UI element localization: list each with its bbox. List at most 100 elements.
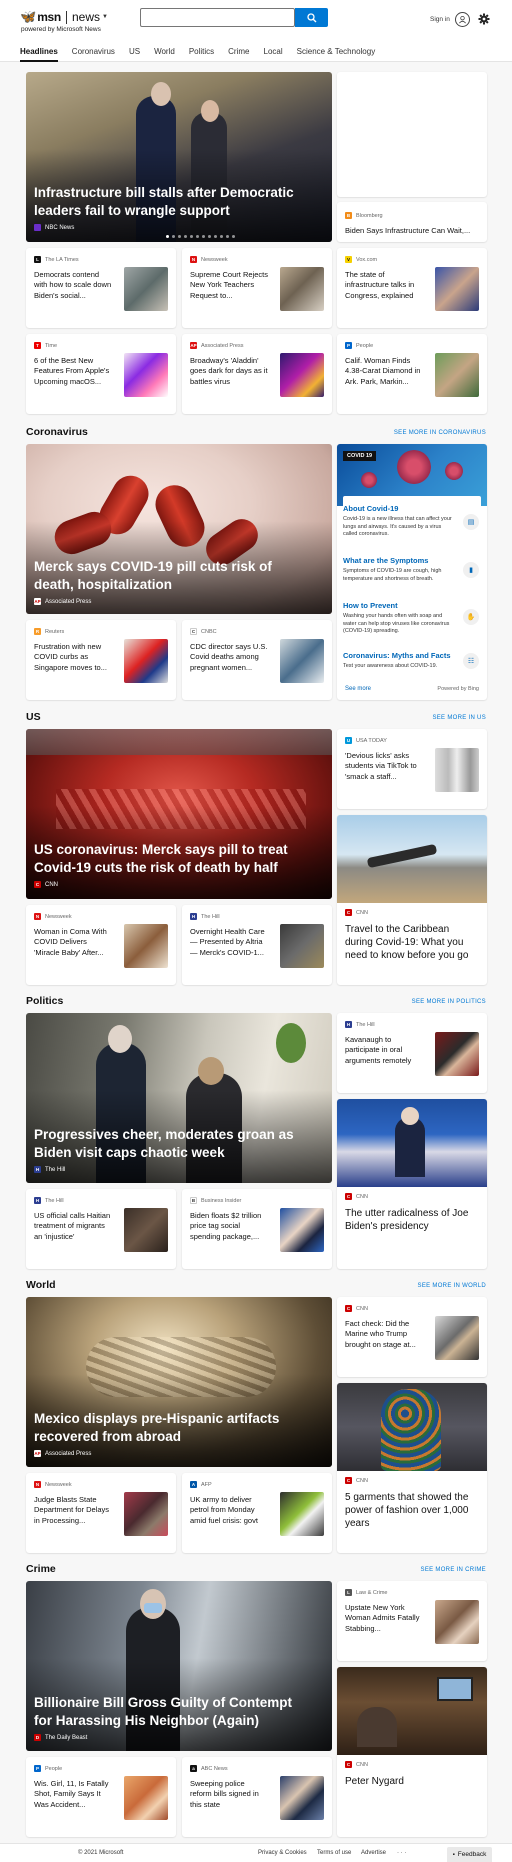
carousel-dot[interactable] (226, 235, 229, 238)
hero-title[interactable]: Billionaire Bill Gross Guilty of Contemp… (34, 1694, 308, 1729)
news-card[interactable]: AP Associated Press Broadway's 'Aladdin' … (182, 334, 332, 414)
card-title[interactable]: Sweeping police reform bills signed in t… (190, 1779, 268, 1810)
nav-us[interactable]: US (129, 47, 140, 60)
covid-item-symptoms[interactable]: What are the Symptoms Symptoms of COVID-… (343, 556, 481, 583)
privacy-link[interactable]: Privacy & Cookies (258, 1850, 307, 1856)
news-card[interactable]: N Newsweek Supreme Court Rejects New York… (182, 248, 332, 328)
us-hero-card[interactable]: US coronavirus: Merck says pill to treat… (26, 729, 332, 899)
news-card[interactable]: U USA TODAY 'Devious licks' asks students… (337, 729, 487, 809)
section-title-coronavirus[interactable]: Coronavirus (26, 426, 88, 438)
more-options-icon[interactable]: · · · (397, 1850, 406, 1856)
msn-logo[interactable]: 🦋 msn news ▼ (20, 9, 108, 25)
search-input[interactable] (141, 9, 294, 26)
card-title[interactable]: Overnight Health Care — Presented by Alt… (190, 927, 268, 958)
nav-science-technology[interactable]: Science & Technology (297, 47, 376, 60)
carousel-dot[interactable] (172, 235, 175, 238)
nav-politics[interactable]: Politics (189, 47, 214, 60)
see-more-us[interactable]: SEE MORE IN US (432, 715, 486, 721)
section-title-us[interactable]: US (26, 711, 41, 723)
hero-title[interactable]: Infrastructure bill stalls after Democra… (34, 184, 308, 219)
nav-local[interactable]: Local (264, 47, 283, 60)
news-card[interactable]: B Business Insider Biden floats $2 trilli… (182, 1189, 332, 1269)
news-card[interactable]: A AFP UK army to deliver petrol from Mond… (182, 1473, 332, 1553)
news-card[interactable]: a ABC News Sweeping police reform bills s… (182, 1757, 332, 1837)
news-card[interactable]: H The Hill US official calls Haitian trea… (26, 1189, 176, 1269)
headline-side-card[interactable]: B Bloomberg Biden Says Infrastructure Can… (337, 202, 487, 242)
carousel-dot[interactable] (196, 235, 199, 238)
news-card-large[interactable]: C CNN Travel to the Caribbean during Covi… (337, 815, 487, 985)
card-title[interactable]: CDC director says U.S. Covid deaths amon… (190, 642, 268, 673)
news-card-large[interactable]: C CNN The utter radicalness of Joe Biden'… (337, 1099, 487, 1269)
card-title[interactable]: Supreme Court Rejects New York Teachers … (190, 270, 268, 301)
covid-item-title[interactable]: Coronavirus: Myths and Facts (343, 651, 481, 660)
covid-item-prevent[interactable]: How to Prevent Washing your hands often … (343, 601, 481, 636)
carousel-dot[interactable] (220, 235, 223, 238)
card-title[interactable]: Kavanaugh to participate in oral argumen… (345, 1035, 423, 1066)
nav-coronavirus[interactable]: Coronavirus (72, 47, 115, 60)
news-card[interactable]: H The Hill Overnight Health Care — Presen… (182, 905, 332, 985)
card-title[interactable]: Biden floats $2 trillion price tag socia… (190, 1211, 268, 1242)
section-title-politics[interactable]: Politics (26, 995, 63, 1007)
card-title[interactable]: UK army to deliver petrol from Monday am… (190, 1495, 268, 1526)
covid-item-myths[interactable]: Coronavirus: Myths and Facts Test your a… (343, 651, 481, 671)
feedback-button[interactable]: ▪ Feedback (447, 1847, 492, 1862)
card-title[interactable]: The utter radicalness of Joe Biden's pre… (345, 1207, 479, 1233)
nav-crime[interactable]: Crime (228, 47, 249, 60)
card-title[interactable]: Broadway's 'Aladdin' goes dark for days … (190, 356, 268, 387)
news-card-large[interactable]: C CNN Peter Nygard (337, 1667, 487, 1837)
card-title[interactable]: Upstate New York Woman Admits Fatally St… (345, 1603, 423, 1634)
advertise-link[interactable]: Advertise (361, 1850, 386, 1856)
covid-item-title[interactable]: How to Prevent (343, 601, 481, 610)
see-more-coronavirus[interactable]: SEE MORE IN CORONAVIRUS (394, 430, 486, 436)
covid-item-title[interactable]: What are the Symptoms (343, 556, 481, 565)
covid-item-title[interactable]: About Covid-19 (343, 504, 481, 513)
nav-headlines[interactable]: Headlines (20, 47, 58, 62)
carousel-dot[interactable] (190, 235, 193, 238)
news-card[interactable]: R Reuters Frustration with new COVID curb… (26, 620, 176, 700)
card-title[interactable]: 6 of the Best New Features From Apple's … (34, 356, 112, 387)
news-card[interactable]: T Time 6 of the Best New Features From Ap… (26, 334, 176, 414)
hero-title[interactable]: Mexico displays pre-Hispanic artifacts r… (34, 1410, 308, 1445)
news-card[interactable]: L The LA Times Democrats contend with how… (26, 248, 176, 328)
carousel-dot[interactable] (184, 235, 187, 238)
search-button[interactable] (295, 8, 328, 27)
carousel-dot[interactable] (166, 235, 169, 238)
hero-title[interactable]: Merck says COVID-19 pill cuts risk of de… (34, 558, 308, 593)
news-card-large[interactable]: C CNN 5 garments that showed the power of… (337, 1383, 487, 1553)
gear-icon[interactable] (478, 13, 490, 25)
world-hero-card[interactable]: Mexico displays pre-Hispanic artifacts r… (26, 1297, 332, 1467)
terms-link[interactable]: Terms of use (317, 1850, 351, 1856)
card-title[interactable]: Woman in Coma With COVID Delivers 'Mirac… (34, 927, 112, 958)
carousel-dots[interactable] (166, 235, 235, 238)
card-title[interactable]: US official calls Haitian treatment of m… (34, 1211, 112, 1242)
card-title[interactable]: The state of infrastructure talks in Con… (345, 270, 423, 301)
news-card[interactable]: C CNBC CDC director says U.S. Covid death… (182, 620, 332, 700)
card-title[interactable]: 'Devious licks' asks students via TikTok… (345, 751, 423, 782)
section-title-crime[interactable]: Crime (26, 1563, 56, 1575)
chevron-down-icon[interactable]: ▼ (102, 14, 108, 20)
card-title[interactable]: Fact check: Did the Marine who Trump bro… (345, 1319, 423, 1350)
covid-see-more[interactable]: See more (345, 686, 371, 692)
card-title[interactable]: Calif. Woman Finds 4.38-Carat Diamond in… (345, 356, 423, 387)
news-card[interactable]: P People Wis. Girl, 11, Is Fatally Shot, … (26, 1757, 176, 1837)
carousel-dot[interactable] (178, 235, 181, 238)
news-card[interactable]: N Newsweek Woman in Coma With COVID Deliv… (26, 905, 176, 985)
see-more-politics[interactable]: SEE MORE IN POLITICS (412, 999, 486, 1005)
avatar[interactable] (455, 12, 470, 27)
card-title[interactable]: Wis. Girl, 11, Is Fatally Shot, Family S… (34, 1779, 112, 1810)
card-title[interactable]: Frustration with new COVID curbs as Sing… (34, 642, 112, 673)
news-card[interactable]: P People Calif. Woman Finds 4.38-Carat Di… (337, 334, 487, 414)
search-box[interactable] (140, 8, 295, 27)
headline-hero-card[interactable]: Infrastructure bill stalls after Democra… (26, 72, 332, 242)
carousel-dot[interactable] (202, 235, 205, 238)
see-more-crime[interactable]: SEE MORE IN CRIME (421, 1567, 486, 1573)
carousel-dot[interactable] (208, 235, 211, 238)
section-title-world[interactable]: World (26, 1279, 56, 1291)
sign-in-link[interactable]: Sign in (430, 16, 450, 23)
news-card[interactable]: H The Hill Kavanaugh to participate in or… (337, 1013, 487, 1093)
news-card[interactable]: V Vox.com The state of infrastructure tal… (337, 248, 487, 328)
coronavirus-hero-card[interactable]: Merck says COVID-19 pill cuts risk of de… (26, 444, 332, 614)
covid-item-about[interactable]: About Covid-19 Covid-19 is a new illness… (343, 504, 481, 539)
card-title[interactable]: 5 garments that showed the power of fash… (345, 1491, 479, 1530)
carousel-dot[interactable] (214, 235, 217, 238)
